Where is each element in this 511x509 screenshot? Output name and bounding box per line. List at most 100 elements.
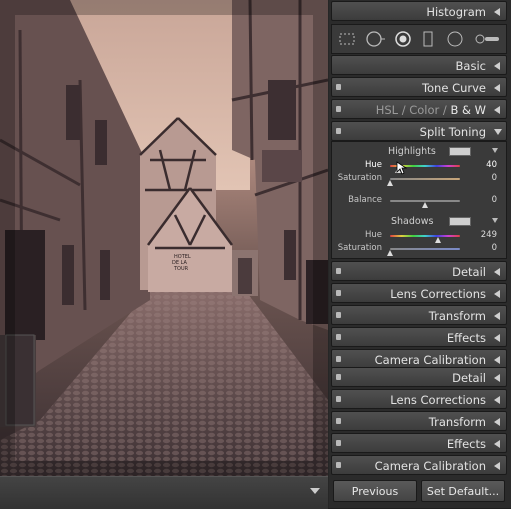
- collapse-arrow-icon: [494, 334, 500, 342]
- camera-calibration-label: Camera Calibration: [374, 353, 486, 367]
- collapse-arrow-icon: [494, 268, 500, 276]
- panel-switch-icon[interactable]: [336, 334, 341, 340]
- collapse-arrow-icon: [494, 396, 500, 404]
- tab-bw[interactable]: B & W: [450, 103, 486, 117]
- collapse-arrow-icon: [494, 440, 500, 448]
- lightroom-develop-window: HOTEL DE LA TOUR Histogram Basic Tone Cu…: [0, 0, 511, 509]
- shadows-picker-arrow-icon[interactable]: [492, 218, 498, 223]
- hsl-tabs: HSL / Color / B & W: [376, 103, 486, 117]
- panel-header-transform[interactable]: Transform: [331, 305, 507, 325]
- effects-label-2: Effects: [446, 437, 486, 451]
- balance-value[interactable]: 0: [475, 195, 497, 205]
- panel-switch-icon[interactable]: [336, 356, 341, 362]
- highlights-hue-label: Hue: [364, 160, 382, 170]
- transform-label-2: Transform: [428, 415, 486, 429]
- panel-header-hsl[interactable]: HSL / Color / B & W: [331, 99, 507, 119]
- highlights-saturation-slider[interactable]: [390, 178, 460, 180]
- panel-header-camera-calibration-2[interactable]: Camera Calibration: [331, 455, 507, 475]
- shadows-hue-value[interactable]: 249: [475, 230, 497, 240]
- shadows-saturation-knob[interactable]: [387, 250, 393, 256]
- collapse-arrow-icon: [494, 356, 500, 364]
- collapse-arrow-icon: [494, 62, 500, 70]
- panel-header-lens-corrections-2[interactable]: Lens Corrections: [331, 389, 507, 409]
- histogram-label: Histogram: [426, 5, 486, 19]
- tone-curve-label: Tone Curve: [421, 81, 486, 95]
- panel-header-lens-corrections[interactable]: Lens Corrections: [331, 283, 507, 303]
- detail-label: Detail: [452, 265, 486, 279]
- panel-switch-icon[interactable]: [336, 462, 341, 468]
- radial-filter-icon[interactable]: [446, 30, 464, 48]
- tab-separator: /: [442, 103, 447, 117]
- collapse-arrow-icon: [494, 374, 500, 382]
- previous-button[interactable]: Previous: [333, 480, 417, 502]
- balance-label: Balance: [348, 195, 382, 205]
- basic-label: Basic: [455, 59, 486, 73]
- panel-switch-icon[interactable]: [336, 290, 341, 296]
- lens-corrections-label: Lens Corrections: [390, 287, 486, 301]
- panel-header-detail[interactable]: Detail: [331, 261, 507, 281]
- panel-header-transform-2[interactable]: Transform: [331, 411, 507, 431]
- panel-header-effects-2[interactable]: Effects: [331, 433, 507, 453]
- transform-label: Transform: [428, 309, 486, 323]
- red-eye-icon[interactable]: [394, 30, 412, 48]
- highlights-saturation-value[interactable]: 0: [475, 173, 497, 183]
- effects-label: Effects: [446, 331, 486, 345]
- shadows-saturation-slider[interactable]: [390, 248, 460, 250]
- panel-switch-icon[interactable]: [336, 374, 341, 380]
- tab-color[interactable]: Color: [409, 103, 439, 117]
- highlights-title: Highlights: [388, 146, 436, 157]
- panel-switch-icon[interactable]: [336, 128, 341, 134]
- shadows-hue-knob[interactable]: [435, 237, 442, 243]
- panel-switch-icon[interactable]: [336, 312, 341, 318]
- lens-corrections-label-2: Lens Corrections: [390, 393, 486, 407]
- set-default-button[interactable]: Set Default...: [421, 480, 505, 502]
- filmstrip-bar: [0, 476, 328, 509]
- highlights-hue-value[interactable]: 40: [475, 160, 497, 170]
- shadows-saturation-value[interactable]: 0: [475, 243, 497, 253]
- highlights-saturation-knob[interactable]: [387, 180, 393, 186]
- expand-arrow-icon: [494, 129, 502, 135]
- crop-overlay-icon[interactable]: [338, 32, 356, 46]
- graduated-filter-icon[interactable]: [422, 30, 434, 48]
- collapse-arrow-icon: [494, 8, 500, 16]
- panel-header-camera-calibration[interactable]: Camera Calibration: [331, 349, 507, 369]
- highlights-picker-arrow-icon[interactable]: [492, 148, 498, 153]
- panel-header-detail-2[interactable]: Detail: [331, 367, 507, 387]
- panel-header-split-toning[interactable]: Split Toning: [331, 121, 507, 141]
- mouse-cursor-icon: [396, 161, 408, 175]
- collapse-arrow-icon: [494, 106, 500, 114]
- panel-switch-icon[interactable]: [336, 418, 341, 424]
- spot-removal-icon[interactable]: [364, 30, 386, 48]
- tab-hsl[interactable]: HSL: [376, 103, 398, 117]
- photo-preview[interactable]: HOTEL DE LA TOUR: [0, 0, 328, 476]
- panel-header-histogram[interactable]: Histogram: [331, 1, 507, 21]
- highlights-color-swatch[interactable]: [449, 147, 471, 156]
- shadows-color-swatch[interactable]: [449, 217, 471, 226]
- panel-header-tone-curve[interactable]: Tone Curve: [331, 77, 507, 97]
- street-photo: HOTEL DE LA TOUR: [0, 0, 328, 476]
- panel-header-basic[interactable]: Basic: [331, 55, 507, 75]
- shadows-title: Shadows: [391, 216, 434, 227]
- collapse-arrow-icon: [494, 418, 500, 426]
- panel-switch-icon[interactable]: [336, 396, 341, 402]
- chevron-down-icon[interactable]: [310, 488, 320, 494]
- hotel-sign-line3: TOUR: [173, 266, 189, 272]
- split-toning-label: Split Toning: [419, 125, 486, 139]
- panel-switch-icon[interactable]: [336, 106, 341, 112]
- collapse-arrow-icon: [494, 290, 500, 298]
- shadows-hue-label: Hue: [364, 230, 382, 240]
- panel-header-effects[interactable]: Effects: [331, 327, 507, 347]
- camera-calibration-label-2: Camera Calibration: [374, 459, 486, 473]
- tab-separator: /: [401, 103, 406, 117]
- highlights-saturation-label: Saturation: [337, 173, 382, 183]
- tool-strip: [331, 24, 507, 54]
- collapse-arrow-icon: [494, 84, 500, 92]
- shadows-hue-slider[interactable]: [390, 235, 460, 237]
- balance-knob[interactable]: [422, 202, 428, 208]
- collapse-arrow-icon: [494, 312, 500, 320]
- panel-switch-icon[interactable]: [336, 84, 341, 90]
- split-toning-controls: Highlights Hue 40 Saturation 0 Balance 0…: [331, 141, 507, 259]
- panel-switch-icon[interactable]: [336, 268, 341, 274]
- panel-switch-icon[interactable]: [336, 440, 341, 446]
- adjustment-brush-icon[interactable]: [474, 32, 502, 46]
